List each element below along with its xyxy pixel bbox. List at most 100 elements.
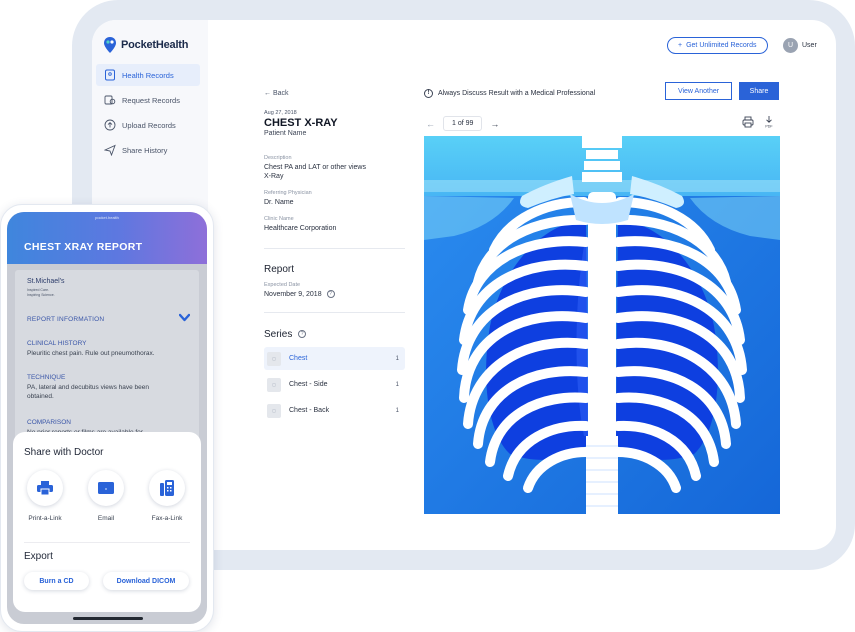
patient-name: Patient Name bbox=[264, 130, 307, 137]
clinic-label: Clinic Name bbox=[264, 216, 294, 222]
pockethealth-logo-icon bbox=[104, 37, 116, 53]
divider bbox=[24, 542, 190, 543]
series-list: ▢ Chest 1 ▢ Chest - Side 1 ▢ Chest - Bac… bbox=[264, 347, 405, 425]
fax-icon bbox=[160, 480, 174, 496]
upload-icon bbox=[104, 119, 116, 131]
expected-date: November 9, 2018 ? bbox=[264, 290, 374, 299]
email-icon bbox=[98, 482, 114, 494]
sidebar-nav: Health Records Request Records Upload Re… bbox=[96, 64, 200, 164]
download-pdf-icon[interactable]: PDF bbox=[763, 115, 775, 129]
series-count: 1 bbox=[395, 407, 399, 414]
sidebar-item-request-records[interactable]: Request Records bbox=[96, 89, 200, 111]
share-sheet: Share with Doctor Print-a-Link Email Fax… bbox=[13, 432, 201, 612]
study-title: CHEST X-RAY bbox=[264, 117, 338, 129]
fax-a-link-option[interactable]: Fax-a-Link bbox=[137, 470, 197, 522]
series-name: Chest - Side bbox=[289, 381, 328, 388]
user-label: User bbox=[802, 42, 817, 49]
view-another-button[interactable]: View Another bbox=[665, 82, 732, 100]
description-value: Chest PA and LAT or other views X-Ray bbox=[264, 164, 366, 180]
clinic-value: Healthcare Corporation bbox=[264, 225, 337, 232]
series-name: Chest bbox=[289, 355, 308, 362]
share-history-icon bbox=[104, 144, 116, 156]
hospital-tagline: Inspired Care. Inspiring Science. bbox=[27, 288, 55, 297]
notice-text: Always Discuss Result with a Medical Pro… bbox=[438, 90, 596, 97]
arrow-left-icon[interactable]: ← bbox=[426, 119, 435, 129]
technique-heading: TECHNIQUE bbox=[27, 374, 66, 381]
clinical-history-text: Pleuritic chest pain. Rule out pneumotho… bbox=[27, 350, 155, 357]
home-indicator bbox=[73, 617, 143, 620]
technique-text: PA, lateral and decubitus views have bee… bbox=[27, 384, 150, 400]
get-unlimited-label: Get Unlimited Records bbox=[686, 42, 757, 49]
back-label: Back bbox=[272, 90, 289, 97]
printer-icon bbox=[37, 481, 53, 495]
comparison-heading: COMPARISON bbox=[27, 419, 71, 426]
sidebar-item-label: Health Records bbox=[122, 70, 174, 80]
series-count: 1 bbox=[395, 355, 399, 362]
share-with-doctor-title: Share with Doctor bbox=[24, 447, 104, 458]
page-indicator: 1 of 99 bbox=[443, 116, 483, 131]
help-icon[interactable]: ? bbox=[298, 330, 307, 339]
series-item-chest-side[interactable]: ▢ Chest - Side 1 bbox=[264, 373, 405, 396]
image-thumbnail-icon: ▢ bbox=[267, 377, 281, 392]
expected-date-value: November 9, 2018 bbox=[264, 291, 322, 298]
get-unlimited-records-button[interactable]: + Get Unlimited Records bbox=[667, 37, 768, 54]
series-title: Series ? bbox=[264, 329, 307, 340]
export-title: Export bbox=[24, 551, 53, 562]
report-title: Report bbox=[264, 264, 295, 275]
report-information-toggle[interactable]: REPORT INFORMATION bbox=[27, 316, 104, 323]
info-icon: ! bbox=[424, 89, 433, 98]
chest-xray-image[interactable] bbox=[424, 136, 780, 514]
clinical-history-heading: CLINICAL HISTORY bbox=[27, 340, 87, 347]
map-pin-icon bbox=[105, 69, 115, 81]
series-name: Chest - Back bbox=[289, 407, 330, 414]
chevron-down-icon[interactable] bbox=[179, 313, 190, 322]
phone-screen: pocket.health CHEST XRAY REPORT St.Micha… bbox=[7, 212, 207, 624]
hospital-tagline-2: Inspiring Science. bbox=[27, 292, 55, 297]
image-pager: ← 1 of 99 → bbox=[426, 116, 499, 131]
series-item-chest-back[interactable]: ▢ Chest - Back 1 bbox=[264, 399, 405, 422]
hospital-name: St.Michael's bbox=[27, 278, 65, 285]
share-button[interactable]: Share bbox=[739, 82, 779, 100]
share-circle[interactable] bbox=[88, 470, 124, 506]
physician-value: Dr. Name bbox=[264, 199, 294, 206]
arrow-right-icon[interactable]: → bbox=[490, 119, 499, 129]
series-item-chest[interactable]: ▢ Chest 1 bbox=[264, 347, 405, 370]
series-count: 1 bbox=[395, 381, 399, 388]
sidebar-item-label: Share History bbox=[122, 145, 168, 155]
sidebar-item-upload-records[interactable]: Upload Records bbox=[96, 114, 200, 136]
sidebar-item-label: Request Records bbox=[122, 95, 180, 105]
logo-text: PocketHealth bbox=[121, 39, 189, 51]
share-option-label: Print-a-Link bbox=[28, 515, 62, 522]
print-a-link-option[interactable]: Print-a-Link bbox=[15, 470, 75, 522]
divider bbox=[264, 248, 405, 249]
share-circle[interactable] bbox=[149, 470, 185, 506]
print-icon[interactable] bbox=[742, 116, 754, 128]
image-thumbnail-icon: ▢ bbox=[267, 403, 281, 418]
request-icon bbox=[104, 95, 116, 105]
description-label: Description bbox=[264, 155, 292, 161]
avatar: U bbox=[783, 38, 798, 53]
status-bar: pocket.health bbox=[95, 215, 119, 220]
medical-notice: ! Always Discuss Result with a Medical P… bbox=[424, 89, 595, 98]
arrow-left-icon: ← bbox=[264, 90, 271, 97]
sidebar-item-label: Upload Records bbox=[122, 120, 176, 130]
share-option-label: Email bbox=[97, 515, 115, 522]
phone-frame: pocket.health CHEST XRAY REPORT St.Micha… bbox=[0, 204, 214, 632]
series-title-label: Series bbox=[264, 329, 293, 340]
plus-icon: + bbox=[678, 42, 683, 49]
download-dicom-button[interactable]: Download DICOM bbox=[103, 572, 189, 590]
burn-a-cd-button[interactable]: Burn a CD bbox=[24, 572, 89, 590]
email-option[interactable]: Email bbox=[76, 470, 136, 522]
sidebar-item-health-records[interactable]: Health Records bbox=[96, 64, 200, 86]
physician-label: Referring Physician bbox=[264, 190, 312, 196]
phone-header: pocket.health CHEST XRAY REPORT bbox=[7, 212, 207, 264]
sidebar-item-share-history[interactable]: Share History bbox=[96, 139, 200, 161]
back-link[interactable]: ← Back bbox=[264, 90, 289, 97]
report-title: CHEST XRAY REPORT bbox=[24, 241, 143, 253]
logo[interactable]: PocketHealth bbox=[103, 36, 188, 54]
pdf-label: PDF bbox=[765, 125, 773, 129]
user-menu[interactable]: U User bbox=[783, 38, 817, 53]
share-circle[interactable] bbox=[27, 470, 63, 506]
help-icon[interactable]: ? bbox=[326, 290, 335, 299]
study-date: Aug 27, 2018 bbox=[264, 110, 297, 116]
